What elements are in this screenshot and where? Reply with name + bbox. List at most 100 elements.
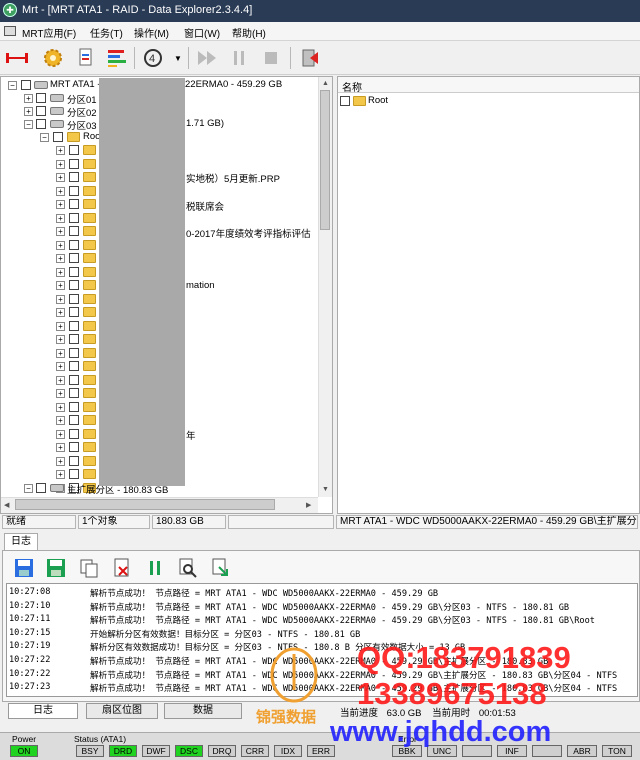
checkbox[interactable] (69, 172, 79, 182)
copy-icon[interactable] (78, 557, 100, 579)
tree-node-folder[interactable]: + (0, 455, 100, 468)
app-icon: ✚ (3, 3, 17, 17)
scrollbar-thumb[interactable] (320, 90, 330, 230)
checkbox[interactable] (36, 483, 46, 493)
tree-node-folder[interactable]: + (0, 306, 100, 319)
checkbox[interactable] (69, 469, 79, 479)
tree-node-folder[interactable]: + (0, 158, 100, 171)
checkbox[interactable] (69, 347, 79, 358)
checkbox[interactable] (69, 334, 79, 344)
pause-icon[interactable] (226, 45, 252, 71)
scroll-up-icon[interactable]: ▲ (322, 80, 329, 87)
menu-mrt-app[interactable]: MRT应用(F) (22, 25, 76, 40)
checkbox[interactable] (69, 388, 79, 398)
checkbox[interactable] (69, 199, 79, 209)
tree-node-folder[interactable]: + (0, 266, 100, 279)
tree-node-folder[interactable]: + (0, 144, 100, 157)
checkbox[interactable] (69, 185, 79, 196)
checkbox[interactable] (69, 226, 79, 236)
dropdown-arrow-icon[interactable]: ▼ (174, 54, 182, 63)
tree-node-folder[interactable]: + (0, 347, 100, 360)
checkbox[interactable] (69, 442, 79, 452)
analyze-icon[interactable]: 4 (140, 45, 166, 71)
checkbox[interactable] (69, 239, 79, 250)
pause-log-icon[interactable] (144, 557, 166, 579)
list-item-root[interactable]: Root (340, 95, 440, 108)
checkbox[interactable] (69, 145, 79, 155)
scroll-right-icon[interactable]: ▶ (306, 501, 311, 509)
menu-help[interactable]: 帮助(H) (232, 25, 266, 40)
tree-node-folder[interactable]: + (0, 333, 100, 346)
child-window-icon[interactable] (4, 26, 16, 36)
checkbox[interactable] (69, 266, 79, 277)
export-log-icon[interactable] (210, 557, 232, 579)
exit-icon[interactable] (298, 45, 324, 71)
checkbox[interactable] (21, 80, 31, 90)
checkbox[interactable] (69, 280, 79, 290)
folder-icon (353, 96, 366, 106)
tree-node-folder[interactable]: + (0, 198, 100, 211)
folder-icon (83, 374, 96, 385)
tree-node-folder[interactable]: + (0, 293, 100, 306)
tree-node-folder[interactable]: + (0, 225, 100, 238)
checkbox[interactable] (69, 320, 79, 331)
tab-data[interactable]: 数据 (164, 703, 242, 719)
tab-sector-bitmap[interactable]: 扇区位图 (86, 703, 158, 719)
scrollbar-thumb[interactable] (15, 499, 275, 510)
document-tool-icon[interactable] (72, 45, 98, 71)
tree-node-folder[interactable]: + (0, 252, 100, 265)
file-list-pane[interactable] (337, 76, 640, 514)
tree-node-folder[interactable]: + (0, 239, 100, 252)
save-as-icon[interactable] (45, 557, 67, 579)
checkbox[interactable] (69, 401, 79, 412)
folder-icon (83, 185, 96, 196)
checkbox[interactable] (69, 307, 79, 317)
stop-icon[interactable] (258, 45, 284, 71)
log-panel-title[interactable]: 日志 (4, 533, 38, 551)
search-log-icon[interactable] (177, 557, 199, 579)
menu-task[interactable]: 任务(T) (90, 25, 123, 40)
column-header-name[interactable]: 名称 (338, 77, 639, 94)
scroll-down-icon[interactable]: ▼ (322, 486, 329, 493)
status-ready: 就绪 (2, 515, 76, 529)
checkbox[interactable] (36, 119, 46, 129)
partition-icon (50, 107, 64, 115)
checkbox[interactable] (69, 415, 79, 425)
tree-node-folder[interactable]: + (0, 428, 100, 441)
tree-node-folder[interactable]: + (0, 279, 100, 292)
save-icon[interactable] (13, 557, 35, 579)
tree-node-folder[interactable]: + (0, 401, 100, 414)
disconnect-icon[interactable] (4, 45, 30, 71)
tree-node-folder[interactable]: + (0, 387, 100, 400)
scroll-left-icon[interactable]: ◀ (4, 501, 9, 509)
checkbox[interactable] (69, 293, 79, 304)
menu-operation[interactable]: 操作(M) (134, 25, 169, 40)
checkbox[interactable] (69, 212, 79, 223)
tree-node-folder[interactable]: + (0, 320, 100, 333)
settings-gear-icon[interactable] (40, 45, 66, 71)
checkbox[interactable] (36, 93, 46, 103)
tree-node-folder[interactable]: + (0, 360, 100, 373)
delete-log-icon[interactable] (111, 557, 133, 579)
tree-node-folder[interactable]: + (0, 441, 100, 454)
tree-node-folder[interactable]: + (0, 468, 100, 481)
checkbox[interactable] (69, 158, 79, 169)
checkbox[interactable] (69, 455, 79, 466)
tree-node-folder[interactable]: + (0, 374, 100, 387)
tree-node-folder[interactable]: + (0, 414, 100, 427)
tree-node-folder[interactable]: + (0, 171, 100, 184)
checkbox[interactable] (69, 253, 79, 263)
tree-node-folder[interactable]: + (0, 212, 100, 225)
fast-forward-icon[interactable] (194, 45, 220, 71)
checkbox[interactable] (69, 374, 79, 385)
checkbox[interactable] (69, 428, 79, 439)
title-bar: ✚ Mrt - [MRT ATA1 - RAID - Data Explorer… (0, 0, 640, 22)
color-bars-icon[interactable] (104, 45, 130, 71)
tree-node-folder[interactable]: + (0, 185, 100, 198)
checkbox[interactable] (53, 132, 63, 142)
checkbox[interactable] (69, 361, 79, 371)
tab-log[interactable]: 日志 (8, 703, 78, 719)
checkbox[interactable] (36, 106, 46, 116)
checkbox[interactable] (340, 96, 350, 106)
menu-window[interactable]: 窗口(W) (184, 25, 220, 40)
